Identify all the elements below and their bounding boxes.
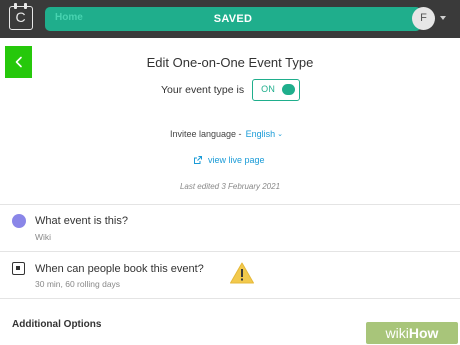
chevron-down-icon[interactable]: ⌄ (277, 130, 283, 138)
wikihow-watermark: wikiHow (366, 322, 458, 344)
top-bar: C Home SAVED F (0, 0, 460, 38)
view-live-page-link[interactable]: view live page (193, 155, 265, 165)
saved-toast: Home SAVED (45, 7, 421, 31)
watermark-part2: How (408, 325, 439, 341)
watermark-part1: wiki (385, 325, 409, 341)
event-type-toggle[interactable]: ON (252, 79, 301, 101)
divider (0, 251, 460, 252)
divider (0, 298, 460, 299)
last-edited-text: Last edited 3 February 2021 (179, 182, 281, 191)
invitee-language-select[interactable]: English (246, 129, 276, 139)
what-event-section-title[interactable]: What event is this? (35, 215, 128, 227)
event-type-row: Your event type is ON (161, 79, 301, 101)
calendar-icon (12, 262, 25, 275)
toggle-on-label: ON (261, 84, 276, 94)
what-event-section-subtitle: Wiki (35, 232, 52, 242)
avatar[interactable]: F (412, 7, 435, 30)
divider (0, 204, 460, 205)
booking-section-subtitle: 30 min, 60 rolling days (35, 279, 121, 289)
saved-message: SAVED (213, 13, 253, 25)
toggle-knob (282, 84, 296, 95)
external-link-icon (194, 156, 202, 164)
event-type-label: Your event type is (161, 84, 245, 96)
warning-triangle-icon (230, 262, 254, 284)
page-title: Edit One-on-One Event Type (146, 55, 314, 70)
logo-letter: C (15, 9, 26, 25)
calendar-icon-dot (16, 266, 20, 270)
invitee-language-row: Invitee language - English ⌄ (170, 129, 283, 139)
account-menu-chevron-down-icon[interactable] (440, 16, 446, 20)
additional-options-heading[interactable]: Additional Options (12, 319, 101, 330)
calendar-logo-icon[interactable]: C (9, 3, 33, 30)
view-live-page-label: view live page (208, 155, 265, 165)
invitee-language-label: Invitee language - (170, 129, 242, 139)
booking-section-title[interactable]: When can people book this event? (35, 263, 204, 275)
purple-dot-icon (12, 214, 26, 228)
